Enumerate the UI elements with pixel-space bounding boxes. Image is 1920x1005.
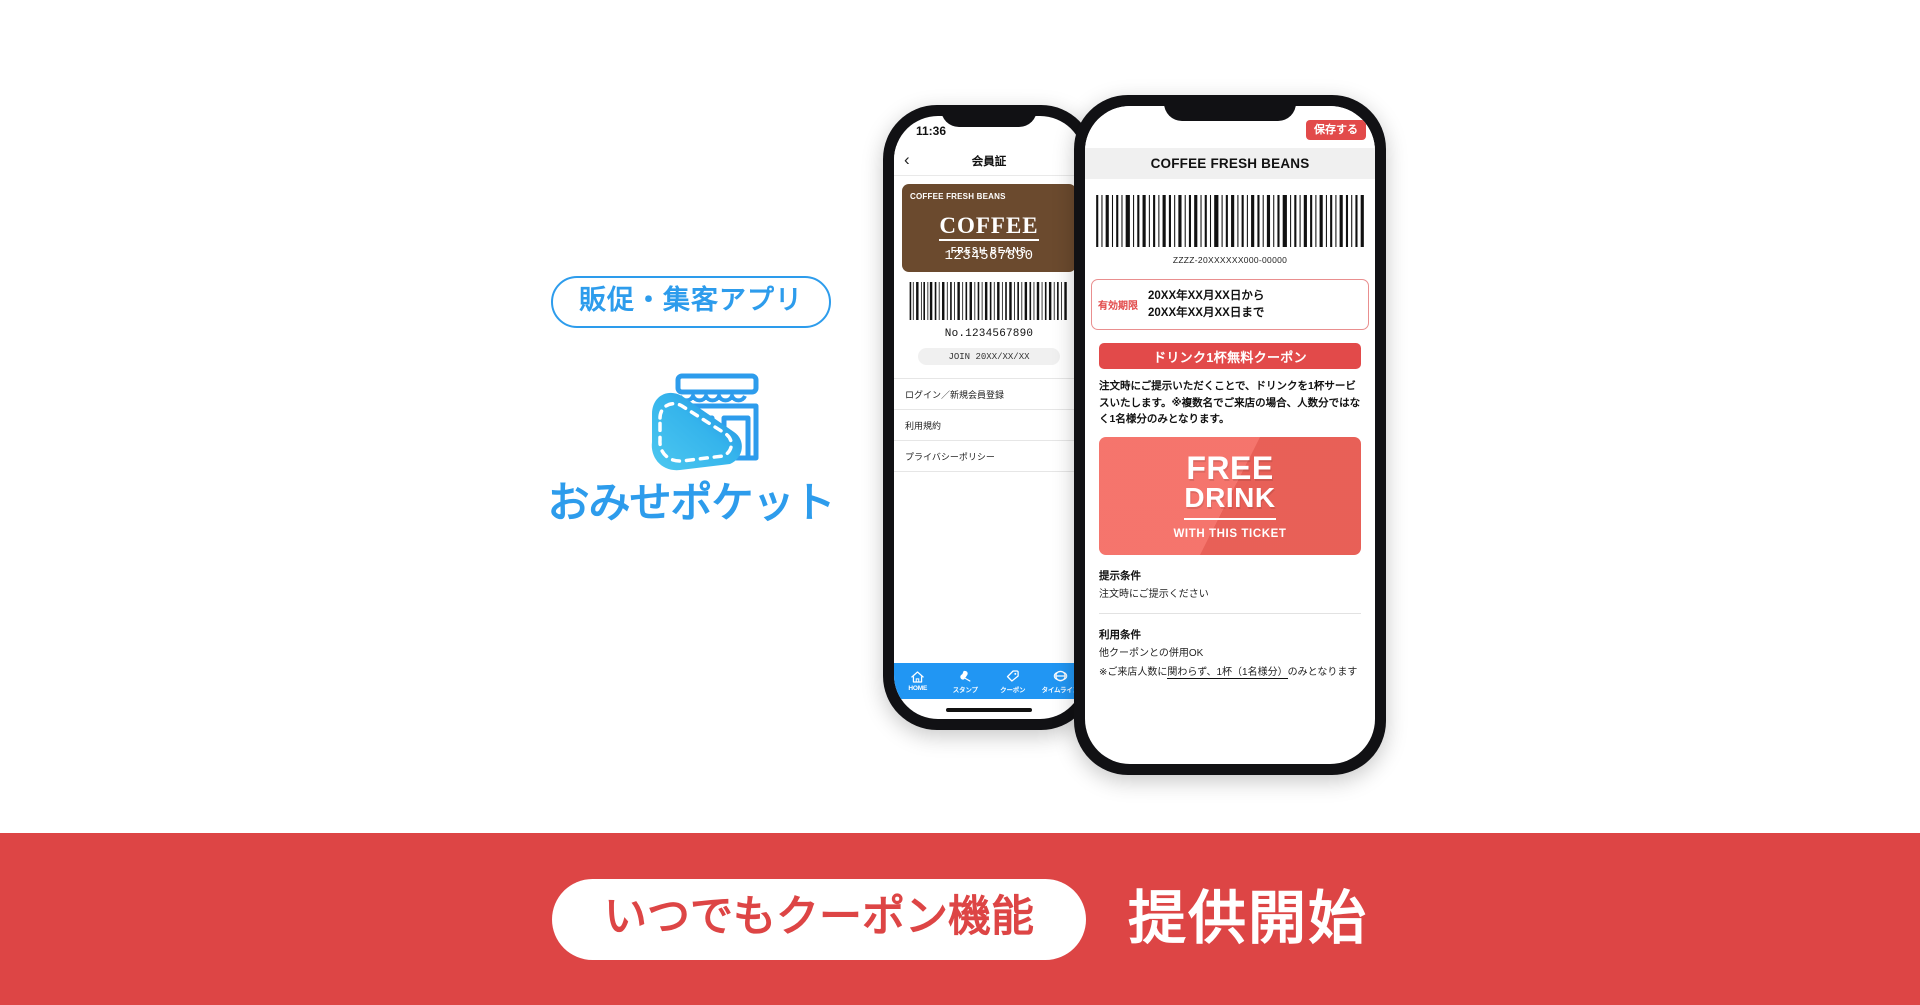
tab-stamp[interactable]: スタンプ [942, 663, 990, 699]
condition-text: 他クーポンとの併用OK [1099, 648, 1204, 660]
stamp-icon [960, 670, 971, 682]
barcode-image [909, 282, 1067, 320]
menu-item-privacy[interactable]: プライバシーポリシー [894, 441, 1084, 472]
expiry-line-2: 20XX年XX月XX日まで [1148, 306, 1265, 319]
expiry-dates: 20XX年XX月XX日から 20XX年XX月XX日まで [1148, 288, 1264, 321]
nav-title: 会員証 [971, 155, 1007, 168]
barcode-area-right: ZZZZ-20XXXXXX000-00000 [1085, 179, 1375, 265]
condition-heading: 利用条件 [1099, 629, 1141, 642]
condition-usage: 利用条件 他クーポンとの併用OK ※ご来店人数に関わらず、1杯（1名様分）のみと… [1099, 627, 1361, 680]
join-date-badge: JOIN 20XX/XX/XX [917, 348, 1061, 365]
coupon-description: 注文時にご提示いただくことで、ドリンクを1杯サービスいたします。※複数名でご来店… [1099, 380, 1361, 425]
menu-item-terms[interactable]: 利用規約 [894, 410, 1084, 441]
card-logo-main: COFFEE [939, 214, 1039, 241]
divider [1099, 613, 1361, 615]
coupon-barcode-number: ZZZZ-20XXXXXX000-00000 [1172, 255, 1288, 265]
card-shop-name: COFFEE FRESH BEANS [910, 192, 1006, 201]
ticket-line-2: DRINK [1184, 483, 1276, 520]
phone-coupon-detail: 保存する COFFEE FRESH BEANS ZZZZ-20XXXXXX000… [1074, 95, 1386, 775]
tab-label: クーポン [1000, 686, 1026, 694]
nav-bar: ‹ 会員証 [894, 146, 1084, 176]
home-indicator [946, 708, 1032, 712]
phone-notch [1164, 95, 1296, 121]
phone-screen-right: 保存する COFFEE FRESH BEANS ZZZZ-20XXXXXX000… [1085, 106, 1375, 764]
condition-presentation: 提示条件 注文時にご提示ください [1099, 568, 1361, 602]
brand-block: 販促・集客アプリ おみせポケット [548, 276, 836, 524]
coupon-tag-icon [1007, 669, 1019, 682]
free-drink-ticket: FREE DRINK WITH THIS TICKET [1099, 437, 1361, 556]
barcode-area-left: No.1234567890 JOIN 20XX/XX/XX [894, 272, 1084, 365]
tab-bar: HOME スタンプ クーポン タイムライン [894, 663, 1084, 699]
menu-list: ログイン／新規会員登録 利用規約 プライバシーポリシー [894, 378, 1084, 472]
card-number: 1234567890 [944, 248, 1034, 264]
condition-text: 注文時にご提示ください [1099, 589, 1209, 601]
menu-item-login[interactable]: ログイン／新規会員登録 [894, 379, 1084, 410]
shop-tag-icon [606, 362, 776, 470]
phone-membership-card: 11:36 ‹ 会員証 COFFEE FRESH BEANS COFFEE FR… [883, 105, 1095, 730]
coupon-title: ドリンク1杯無料クーポン [1099, 343, 1361, 370]
coupon-body: ドリンク1杯無料クーポン 注文時にご提示いただくことで、ドリンクを1杯サービスい… [1085, 343, 1375, 680]
barcode-image [1096, 195, 1364, 247]
chevron-left-icon[interactable]: ‹ [904, 151, 910, 168]
brand-badge: 販促・集客アプリ [551, 276, 831, 328]
shop-header: COFFEE FRESH BEANS [1085, 148, 1375, 179]
membership-card: COFFEE FRESH BEANS COFFEE FRESH BEANS 12… [902, 184, 1076, 272]
note-underline: 関わらず、1杯（1名様分） [1167, 667, 1288, 680]
tab-label: HOME [908, 685, 928, 692]
expiry-box: 有効期限 20XX年XX月XX日から 20XX年XX月XX日まで [1091, 279, 1369, 331]
phone-screen-left: 11:36 ‹ 会員証 COFFEE FRESH BEANS COFFEE FR… [894, 116, 1084, 719]
condition-note: ※ご来店人数に関わらず、1杯（1名様分）のみとなります [1099, 665, 1361, 680]
note-suffix: のみとなります [1287, 667, 1358, 679]
home-icon [911, 671, 924, 683]
brand-name: おみせポケット [547, 478, 836, 526]
expiry-label: 有効期限 [1098, 301, 1138, 313]
banner-pill-label: いつでもクーポン機能 [551, 878, 1086, 960]
status-clock: 11:36 [916, 124, 947, 138]
condition-heading: 提示条件 [1099, 570, 1141, 583]
banner-main-label: 提供開始 [1127, 886, 1368, 951]
save-button[interactable]: 保存する [1306, 120, 1366, 141]
ticket-line-1: FREE [1186, 449, 1274, 486]
expiry-line-1: 20XX年XX月XX日から [1148, 290, 1265, 302]
tab-label: スタンプ [952, 686, 978, 694]
barcode-number: No.1234567890 [944, 328, 1034, 340]
phone-notch [941, 105, 1037, 127]
timeline-icon [1053, 670, 1067, 681]
bottom-banner: いつでもクーポン機能 提供開始 [0, 833, 1920, 1005]
ticket-line-3: WITH THIS TICKET [1173, 527, 1287, 540]
page-root: 販促・集客アプリ おみせポケット 11:36 ‹ 会員証 COFFEE FRES… [0, 0, 1920, 1005]
tab-coupon[interactable]: クーポン [989, 663, 1037, 699]
note-prefix: ※ご来店人数に [1099, 667, 1168, 679]
tab-home[interactable]: HOME [894, 663, 942, 699]
